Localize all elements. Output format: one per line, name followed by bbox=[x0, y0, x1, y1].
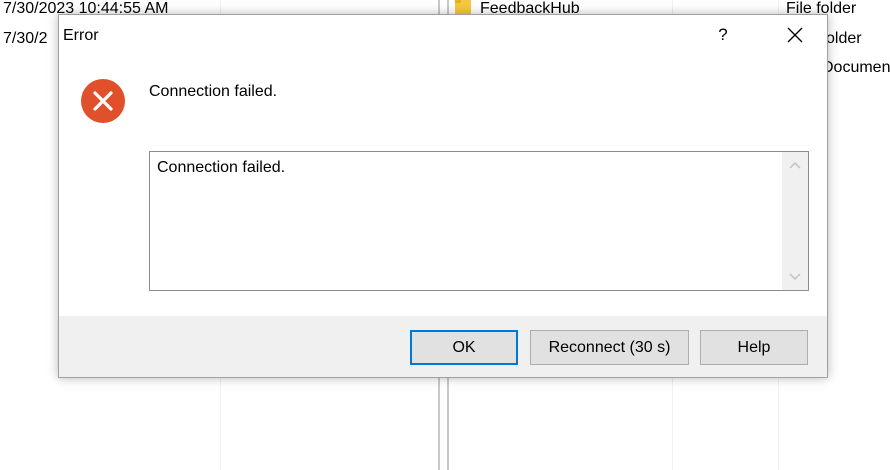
error-icon bbox=[81, 79, 125, 123]
file-type: Documen bbox=[822, 59, 890, 76]
reconnect-button[interactable]: Reconnect (30 s) bbox=[530, 330, 689, 365]
error-dialog: Error ? Connection failed. Connection fa… bbox=[58, 14, 828, 378]
folder-icon bbox=[455, 0, 471, 14]
vertical-scrollbar[interactable] bbox=[782, 152, 808, 290]
scroll-up-icon[interactable] bbox=[782, 152, 808, 178]
background-date-row: 7/30/2 bbox=[3, 30, 48, 47]
details-text: Connection failed. bbox=[157, 159, 286, 176]
ok-button[interactable]: OK bbox=[410, 330, 518, 365]
details-textbox[interactable]: Connection failed. bbox=[149, 151, 809, 291]
close-button[interactable] bbox=[775, 19, 815, 51]
help-title-button[interactable]: ? bbox=[705, 19, 741, 51]
error-message: Connection failed. bbox=[149, 83, 278, 100]
title-bar[interactable]: Error ? bbox=[59, 15, 827, 55]
file-type: older bbox=[826, 30, 862, 47]
scroll-down-icon[interactable] bbox=[782, 264, 808, 290]
dialog-title: Error bbox=[63, 27, 99, 44]
help-button[interactable]: Help bbox=[700, 330, 808, 365]
button-bar: OK Reconnect (30 s) Help bbox=[59, 316, 827, 377]
close-icon bbox=[787, 27, 803, 43]
